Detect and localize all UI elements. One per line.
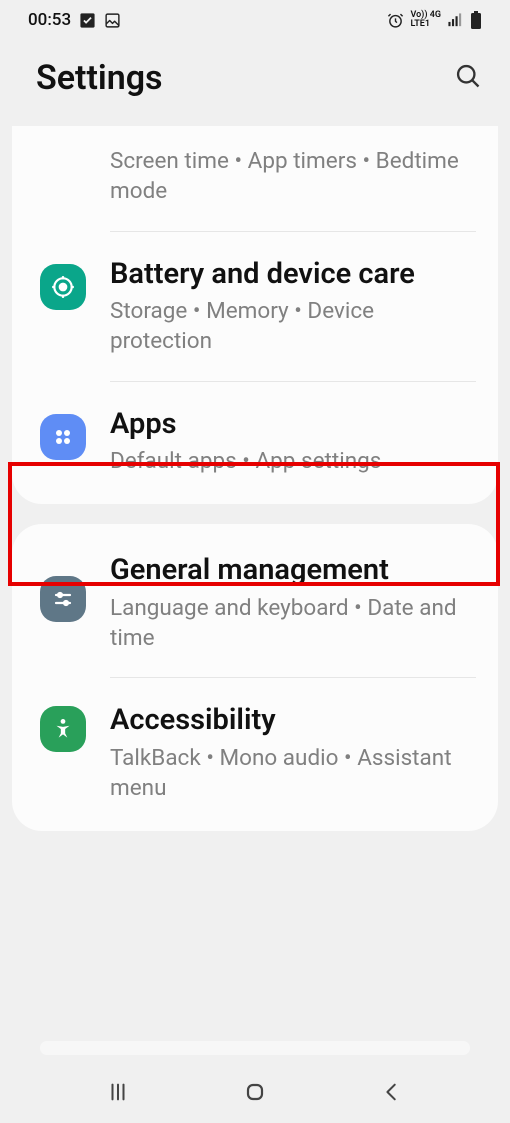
back-icon bbox=[381, 1081, 403, 1103]
nav-home-button[interactable] bbox=[240, 1077, 270, 1107]
apps-icon bbox=[40, 414, 86, 460]
accessibility-icon bbox=[40, 706, 86, 752]
row-subtitle: Storage • Memory • Device protection bbox=[110, 296, 476, 357]
row-title: Accessibility bbox=[110, 702, 476, 738]
sliders-icon bbox=[40, 576, 86, 622]
image-icon bbox=[104, 12, 121, 29]
row-apps[interactable]: Apps Default apps • App settings bbox=[12, 382, 498, 501]
search-button[interactable] bbox=[454, 62, 482, 94]
settings-card-1: Screen time • App timers • Bedtime mode … bbox=[12, 126, 498, 504]
status-time: 00:53 bbox=[28, 10, 71, 30]
page-header: Settings bbox=[0, 40, 510, 126]
row-subtitle: Language and keyboard • Date and time bbox=[110, 593, 476, 654]
search-icon bbox=[454, 62, 482, 90]
row-title: Battery and device care bbox=[110, 256, 476, 292]
row-subtitle: Default apps • App settings bbox=[110, 446, 476, 476]
row-title: General management bbox=[110, 552, 476, 588]
settings-card-2: General management Language and keyboard… bbox=[12, 524, 498, 831]
status-bar: 00:53 Vo)) 4G LTE1 bbox=[0, 0, 510, 40]
nav-recent-button[interactable] bbox=[103, 1077, 133, 1107]
page-title: Settings bbox=[36, 58, 163, 98]
row-subtitle: Screen time • App timers • Bedtime mode bbox=[110, 146, 476, 207]
checkbox-icon bbox=[79, 12, 96, 29]
nav-back-button[interactable] bbox=[377, 1077, 407, 1107]
row-battery-device-care[interactable]: Battery and device care Storage • Memory… bbox=[12, 232, 498, 381]
signal-icon bbox=[447, 12, 464, 29]
alarm-icon bbox=[387, 12, 404, 29]
row-digital-wellbeing[interactable]: Screen time • App timers • Bedtime mode bbox=[12, 130, 498, 231]
home-icon bbox=[243, 1080, 267, 1104]
row-accessibility[interactable]: Accessibility TalkBack • Mono audio • As… bbox=[12, 678, 498, 827]
nav-bar bbox=[0, 1061, 510, 1123]
row-general-management[interactable]: General management Language and keyboard… bbox=[12, 528, 498, 677]
recent-icon bbox=[107, 1081, 129, 1103]
battery-icon bbox=[470, 11, 482, 29]
row-subtitle: TalkBack • Mono audio • Assistant menu bbox=[110, 743, 476, 804]
network-label: Vo)) 4G LTE1 bbox=[410, 11, 441, 29]
device-care-icon bbox=[40, 264, 86, 310]
row-title: Apps bbox=[110, 406, 476, 442]
scroll-indicator bbox=[40, 1041, 470, 1055]
